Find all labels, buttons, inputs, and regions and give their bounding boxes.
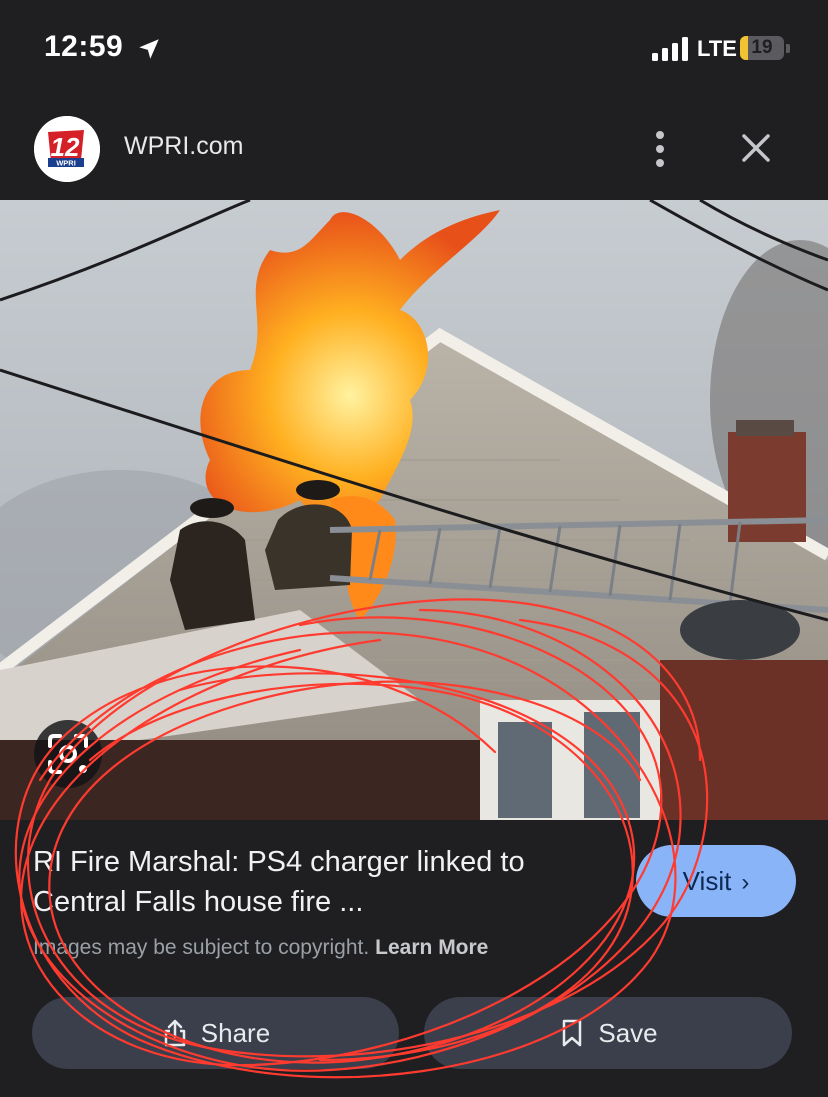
result-title[interactable]: RI Fire Marshal: PS4 charger linked to C… [33,842,623,922]
visit-label: Visit [682,866,732,896]
battery-icon: 19 [740,36,790,62]
save-label: Save [598,1017,658,1048]
signal-bars-icon [652,37,688,61]
battery-level: 19 [751,37,773,58]
chevron-right-icon: › [741,869,750,896]
close-button[interactable] [732,124,780,172]
svg-text:12: 12 [51,132,80,162]
save-button[interactable]: Save [424,997,792,1069]
share-label: Share [200,1017,271,1048]
share-icon [164,1019,186,1047]
copyright-notice: Images may be subject to copyright. Learn… [33,936,488,960]
lens-search-button[interactable] [34,720,102,788]
more-options-button[interactable] [640,126,680,172]
result-header: 12 WPRI WPRI.com [0,100,828,200]
copyright-text: Images may be subject to copyright. [33,936,370,959]
result-info-panel: RI Fire Marshal: PS4 charger linked to C… [0,820,828,1097]
svg-text:WPRI: WPRI [56,159,76,168]
network-type: LTE [697,36,737,61]
learn-more-link[interactable]: Learn More [375,936,488,959]
status-time: 12:59 [44,30,124,63]
close-icon [742,134,770,162]
house-fire-photo [0,200,828,820]
more-vert-icon [656,131,664,167]
bookmark-icon [563,1019,582,1047]
location-arrow-icon [139,39,159,59]
status-bar: 12:59 LTE 19 [0,0,828,100]
site-name[interactable]: WPRI.com [124,132,243,161]
wpri-logo-icon: 12 WPRI [34,116,100,182]
site-logo[interactable]: 12 WPRI [34,116,100,182]
share-button[interactable]: Share [32,997,399,1069]
visit-button[interactable]: Visit › [636,845,796,917]
lens-icon [48,734,88,774]
result-image[interactable] [0,200,828,820]
